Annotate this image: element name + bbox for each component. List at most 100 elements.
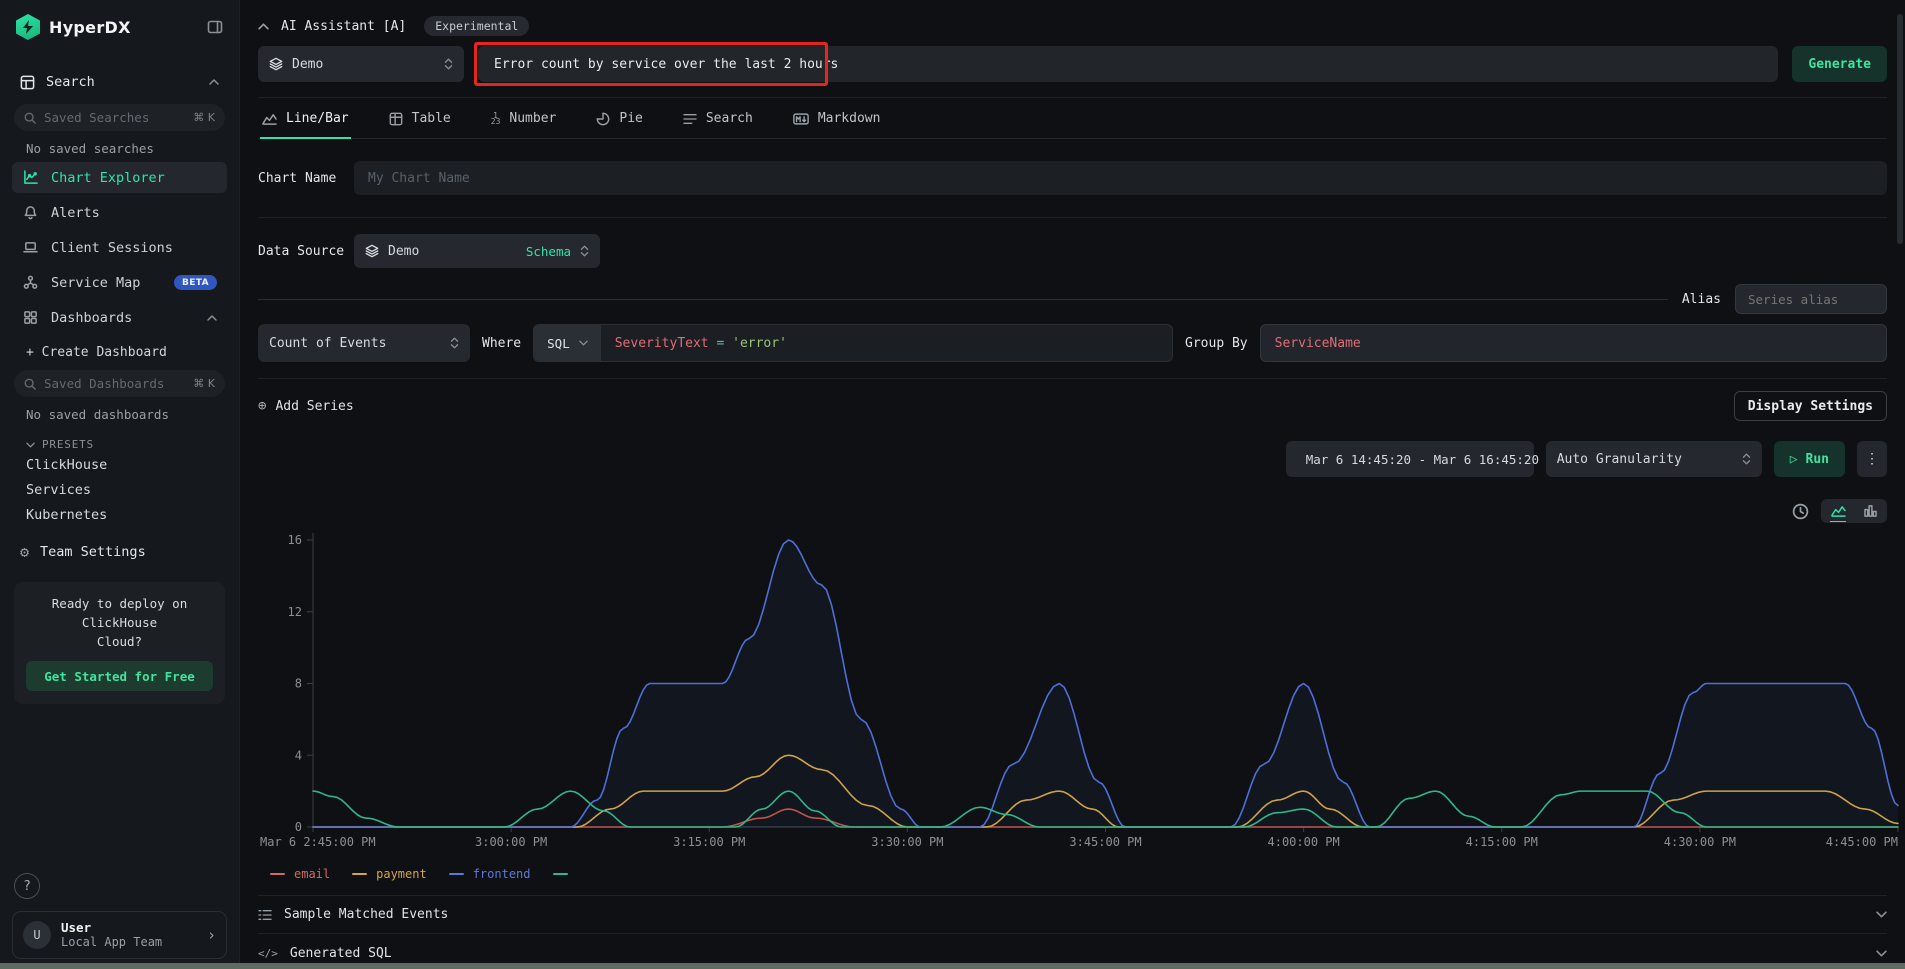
saved-dashboards-input[interactable]: Saved Dashboards ⌘ K [14, 370, 225, 397]
svg-text:8: 8 [295, 677, 302, 691]
code-icon: </> [258, 947, 278, 960]
add-series-label: Add Series [275, 399, 353, 414]
saved-searches-input[interactable]: Saved Searches ⌘ K [14, 104, 225, 131]
promo-line1: Ready to deploy on ClickHouse [26, 594, 213, 632]
group-by-input[interactable]: ServiceName [1260, 324, 1887, 362]
legend-dash-icon [553, 873, 568, 876]
aggregation-select[interactable]: Count of Events [258, 324, 470, 362]
sidebar-item-service-map[interactable]: Service Map BETA [12, 267, 227, 298]
get-started-button[interactable]: Get Started for Free [26, 661, 213, 691]
data-source-select[interactable]: Demo Schema [354, 234, 600, 268]
svg-text:3:00:00 PM: 3:00:00 PM [475, 835, 547, 849]
time-range-input[interactable]: Mar 6 14:45:20 - Mar 6 16:45:20 [1286, 441, 1534, 477]
ai-source-select[interactable]: Demo [258, 46, 464, 82]
tab-line-bar[interactable]: Line/Bar [260, 111, 351, 138]
dashboards-icon [22, 310, 39, 325]
shortcut-badge: ⌘ K [193, 111, 215, 124]
generate-button[interactable]: Generate [1792, 46, 1887, 82]
chevron-up-icon[interactable] [209, 79, 219, 85]
chart-name-label: Chart Name [258, 171, 354, 186]
tab-label: Markdown [818, 111, 881, 126]
app-window: HyperDX Search Saved Searches ⌘ K No sav… [0, 0, 1905, 969]
select-chevrons-icon [444, 57, 453, 71]
legend-item[interactable]: frontend [449, 867, 531, 881]
add-series-button[interactable]: ⊕ Add Series [258, 398, 354, 414]
vertical-scrollbar[interactable] [1897, 14, 1903, 244]
team-settings-label: Team Settings [40, 544, 146, 560]
where-field: SeverityText [615, 336, 709, 351]
language-select[interactable]: SQL [534, 325, 601, 361]
chevron-down-icon[interactable] [1876, 911, 1887, 918]
more-options-button[interactable]: ⋮ [1857, 441, 1887, 477]
line-chart: 0481216Mar 6 2:45:00 PM3:00:00 PM3:15:00… [258, 527, 1903, 863]
preset-clickhouse[interactable]: ClickHouse [26, 453, 227, 478]
legend-label: payment [376, 867, 427, 881]
app-title: HyperDX [49, 18, 131, 37]
tab-number[interactable]: 123 Number [489, 111, 559, 138]
clock-icon[interactable] [1792, 503, 1809, 520]
where-operator: = [716, 336, 724, 351]
presets-header[interactable]: PRESETS [26, 438, 227, 451]
tab-label: Pie [619, 111, 642, 126]
chevron-right-icon: › [207, 926, 216, 944]
collapse-assistant-icon[interactable] [258, 23, 269, 30]
ai-prompt-input[interactable] [478, 46, 1778, 82]
bell-icon [22, 205, 39, 220]
sidebar-item-label: Client Sessions [51, 240, 173, 256]
sidebar-item-client-sessions[interactable]: Client Sessions [12, 232, 227, 263]
where-editor[interactable]: SQL SeverityText = 'error' [533, 324, 1173, 362]
service-map-icon [22, 275, 39, 290]
granularity-value: Auto Granularity [1557, 452, 1682, 467]
chevron-up-icon[interactable] [207, 315, 217, 321]
section-label: Generated SQL [290, 946, 392, 961]
sidebar-item-dashboards[interactable]: Dashboards [12, 302, 227, 333]
sidebar-item-team-settings[interactable]: ⚙ Team Settings [12, 538, 227, 566]
sidebar-item-alerts[interactable]: Alerts [12, 197, 227, 228]
create-dashboard-button[interactable]: + Create Dashboard [26, 345, 227, 360]
line-chart-icon [262, 112, 277, 125]
where-value: 'error' [732, 336, 787, 351]
beta-badge: BETA [174, 275, 217, 290]
tab-markdown[interactable]: Markdown [791, 111, 883, 138]
user-menu[interactable]: U User Local App Team › [12, 911, 227, 959]
ai-assistant-title: AI Assistant [A] [281, 19, 406, 34]
legend-label: email [294, 867, 330, 881]
chevron-down-icon[interactable] [1876, 950, 1887, 957]
display-settings-button[interactable]: Display Settings [1734, 391, 1887, 421]
preset-services[interactable]: Services [26, 478, 227, 503]
tab-table[interactable]: Table [387, 111, 453, 138]
sidebar-item-chart-explorer[interactable]: Chart Explorer [12, 162, 227, 193]
tab-pie[interactable]: Pie [594, 111, 644, 138]
legend-item[interactable]: email [270, 867, 330, 881]
chart-display-toggle [1821, 499, 1887, 523]
legend-item[interactable]: payment [352, 867, 427, 881]
sidebar-section-search[interactable]: Search [12, 68, 227, 96]
run-button[interactable]: ▷ Run [1774, 441, 1845, 477]
collapse-sidebar-icon[interactable] [207, 19, 223, 35]
chart-area[interactable]: 0481216Mar 6 2:45:00 PM3:00:00 PM3:15:00… [258, 527, 1887, 863]
layers-icon [365, 244, 379, 258]
sample-matched-events-section[interactable]: Sample Matched Events [258, 896, 1887, 934]
where-expression[interactable]: SeverityText = 'error' [601, 336, 801, 351]
shortcut-badge: ⌘ K [193, 377, 215, 390]
line-view-toggle[interactable] [1826, 502, 1850, 520]
legend-item[interactable] [553, 873, 568, 876]
tab-search[interactable]: Search [681, 111, 755, 138]
legend-dash-icon [352, 873, 367, 876]
bottom-scrollbar[interactable] [0, 963, 1905, 969]
svg-text:16: 16 [288, 533, 302, 547]
chart-legend: email payment frontend [258, 865, 1887, 883]
chart-name-input[interactable] [354, 161, 1887, 195]
help-button[interactable]: ? [14, 873, 40, 899]
preset-kubernetes[interactable]: Kubernetes [26, 503, 227, 528]
svg-text:4:15:00 PM: 4:15:00 PM [1466, 835, 1538, 849]
bar-view-toggle[interactable] [1858, 502, 1882, 520]
svg-text:4:30:00 PM: 4:30:00 PM [1664, 835, 1736, 849]
chart-explorer-icon [22, 170, 39, 185]
series-alias-input[interactable] [1735, 284, 1887, 314]
granularity-select[interactable]: Auto Granularity [1546, 441, 1762, 477]
saved-dashboards-placeholder: Saved Dashboards [44, 376, 164, 391]
schema-link[interactable]: Schema [526, 244, 571, 259]
select-chevrons-icon [1742, 452, 1751, 466]
sidebar-section-search-label: Search [46, 74, 95, 90]
